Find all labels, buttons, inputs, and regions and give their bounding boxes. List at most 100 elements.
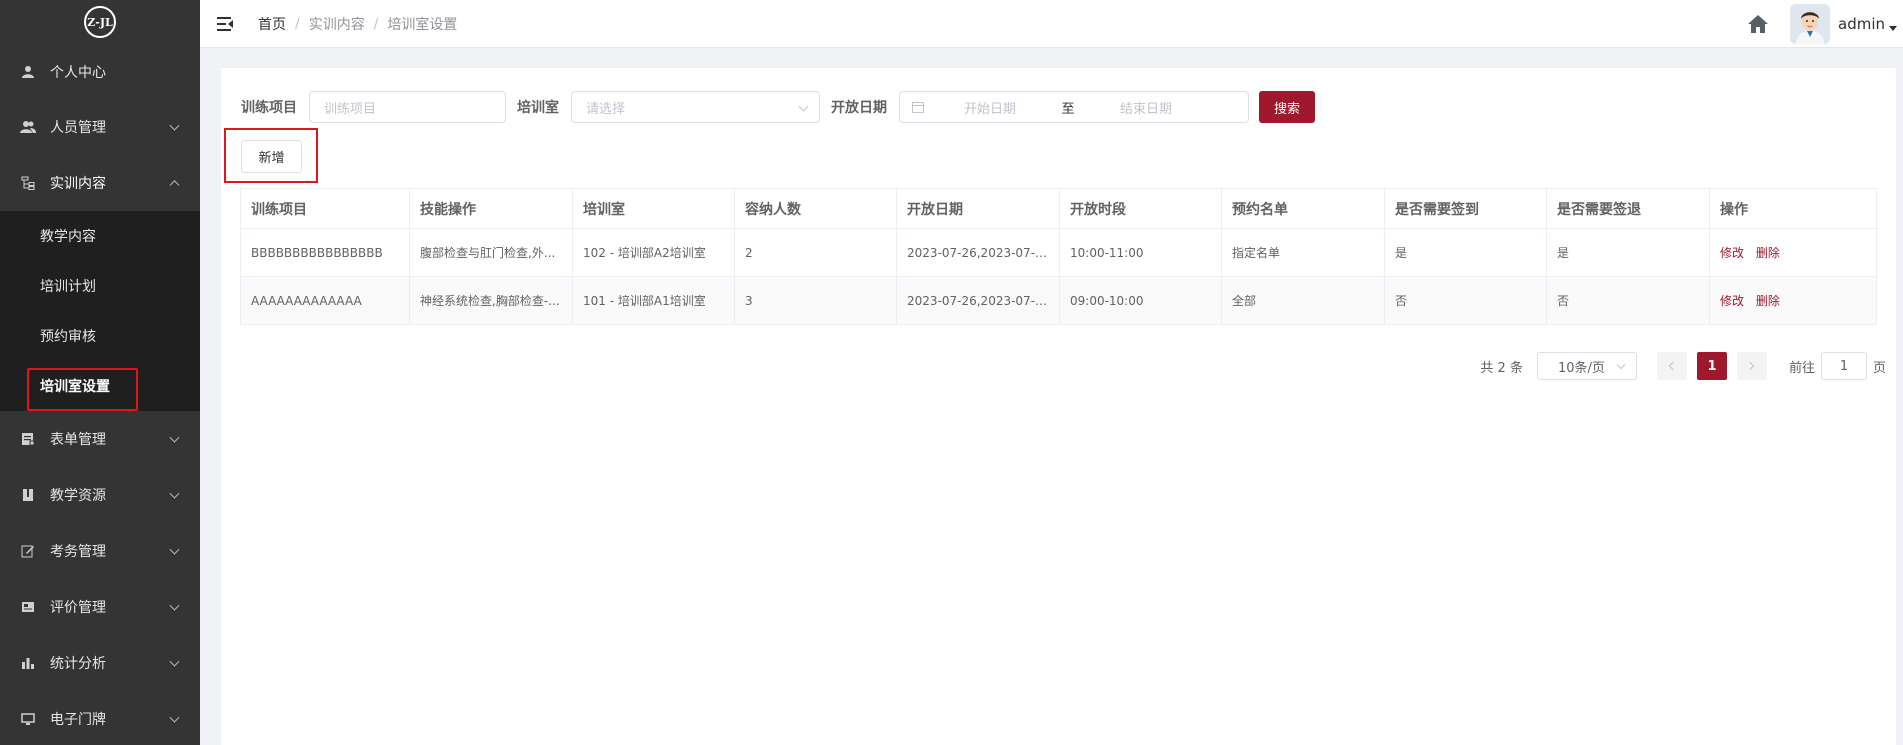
caret-down-icon[interactable] bbox=[1889, 25, 1897, 31]
filter-room-label: 培训室 bbox=[517, 100, 559, 116]
logo: Z-JL bbox=[0, 0, 200, 44]
next-page-button[interactable] bbox=[1736, 352, 1767, 380]
sidebar-item-label: 实训内容 bbox=[50, 176, 106, 192]
sidebar-item-personnel[interactable]: 人员管理 bbox=[0, 99, 200, 155]
chevron-down-icon bbox=[169, 600, 180, 611]
column-header: 预约名单 bbox=[1221, 188, 1385, 229]
sidebar-item-label: 个人中心 bbox=[50, 64, 106, 81]
column-header: 训练项目 bbox=[240, 188, 410, 229]
page-size-select[interactable]: 10条/页 bbox=[1536, 352, 1637, 380]
bar-chart-icon bbox=[20, 655, 36, 671]
sidebar-item-label: 考务管理 bbox=[50, 544, 106, 560]
sidebar-item-exam-affairs[interactable]: 考务管理 bbox=[0, 523, 200, 579]
chevron-down-icon bbox=[1616, 360, 1626, 370]
monitor-icon bbox=[20, 711, 36, 727]
users-icon bbox=[20, 119, 36, 135]
breadcrumb-current: 培训室设置 bbox=[387, 16, 458, 33]
book-icon bbox=[20, 487, 36, 503]
chevron-left-icon bbox=[1669, 361, 1678, 371]
sidebar-subitem-booking-review[interactable]: 预约审核 bbox=[0, 311, 200, 361]
table-cell: 腹部检查与肛门检查,外... bbox=[409, 228, 573, 277]
chevron-down-icon bbox=[169, 488, 180, 499]
goto-page-input[interactable]: 1 bbox=[1820, 352, 1867, 380]
filter-start-date[interactable]: 开始日期 bbox=[930, 98, 1050, 117]
breadcrumb-separator: / bbox=[295, 15, 300, 32]
filter-date-range[interactable]: 开始日期 至 结束日期 bbox=[899, 91, 1249, 123]
edit-link[interactable]: 修改 bbox=[1720, 294, 1744, 308]
chevron-down-icon bbox=[798, 101, 809, 112]
breadcrumb-home[interactable]: 首页 bbox=[258, 14, 286, 34]
data-table: 训练项目 技能操作 培训室 容纳人数 开放日期 开放时段 预约名单 是否需要签到… bbox=[240, 188, 1877, 325]
avatar[interactable] bbox=[1790, 4, 1830, 44]
column-header: 操作 bbox=[1709, 188, 1877, 229]
add-button[interactable]: 新增 bbox=[241, 140, 302, 173]
prev-page-button[interactable] bbox=[1656, 352, 1687, 380]
home-icon[interactable] bbox=[1746, 12, 1770, 36]
table-cell: 神经系统检查,胸部检查-... bbox=[409, 276, 573, 325]
goto-suffix: 页 bbox=[1872, 360, 1886, 376]
sidebar-subitem-teaching-content[interactable]: 教学内容 bbox=[0, 211, 200, 261]
table-cell: 否 bbox=[1384, 276, 1547, 325]
column-header: 技能操作 bbox=[409, 188, 573, 229]
calendar-icon bbox=[912, 101, 924, 113]
sidebar-item-label: 人员管理 bbox=[50, 120, 106, 136]
sidebar-subitem-training-plan[interactable]: 培训计划 bbox=[0, 261, 200, 311]
sidebar-item-label: 电子门牌 bbox=[50, 712, 106, 728]
sidebar-subitem-room-settings[interactable]: 培训室设置 bbox=[0, 361, 200, 411]
column-header: 开放日期 bbox=[896, 188, 1060, 229]
page-number-current[interactable]: 1 bbox=[1696, 352, 1727, 380]
sidebar-item-personal-center[interactable]: 个人中心 bbox=[0, 44, 200, 99]
table-header-row: 训练项目 技能操作 培训室 容纳人数 开放日期 开放时段 预约名单 是否需要签到… bbox=[240, 188, 1877, 229]
filter-end-date[interactable]: 结束日期 bbox=[1086, 98, 1206, 117]
sidebar-item-label: 表单管理 bbox=[50, 432, 106, 448]
table-row: AAAAAAAAAAAAA 神经系统检查,胸部检查-... 101 - 培训部A… bbox=[240, 276, 1877, 325]
table-cell: 否 bbox=[1546, 276, 1710, 325]
goto-prefix: 前往 bbox=[1788, 360, 1815, 376]
sidebar-item-statistics[interactable]: 统计分析 bbox=[0, 635, 200, 691]
column-header: 培训室 bbox=[572, 188, 735, 229]
username[interactable]: admin bbox=[1838, 15, 1885, 33]
table-cell: 2023-07-26,2023-07-27 bbox=[896, 276, 1060, 325]
sidebar-item-evaluation[interactable]: 评价管理 bbox=[0, 579, 200, 635]
column-header: 是否需要签退 bbox=[1546, 188, 1710, 229]
column-header: 开放时段 bbox=[1059, 188, 1222, 229]
filter-project-input[interactable]: 训练项目 bbox=[309, 91, 506, 123]
table-actions-cell: 修改 删除 bbox=[1709, 228, 1877, 277]
chevron-right-icon bbox=[1746, 361, 1755, 371]
column-header: 是否需要签到 bbox=[1384, 188, 1547, 229]
menu-toggle-icon[interactable] bbox=[217, 16, 233, 31]
table-cell: 是 bbox=[1546, 228, 1710, 277]
table-cell: 全部 bbox=[1221, 276, 1385, 325]
search-button[interactable]: 搜索 bbox=[1259, 91, 1315, 123]
edit-link[interactable]: 修改 bbox=[1720, 246, 1744, 260]
table-cell: 10:00-11:00 bbox=[1059, 228, 1222, 277]
breadcrumb-separator: / bbox=[373, 15, 379, 32]
delete-link[interactable]: 删除 bbox=[1756, 294, 1780, 308]
chevron-down-icon bbox=[169, 432, 180, 443]
table-cell: 是 bbox=[1384, 228, 1547, 277]
sidebar-item-training-content[interactable]: 实训内容 bbox=[0, 155, 200, 211]
table-actions-cell: 修改 删除 bbox=[1709, 276, 1877, 325]
sidebar-item-form-management[interactable]: 表单管理 bbox=[0, 411, 200, 467]
breadcrumb-training-content[interactable]: 实训内容 bbox=[309, 14, 365, 34]
logo-mark: Z-JL bbox=[84, 6, 116, 38]
filter-project-placeholder: 训练项目 bbox=[324, 101, 377, 117]
delete-link[interactable]: 删除 bbox=[1756, 246, 1780, 260]
page-size-value: 10条/页 bbox=[1557, 360, 1605, 376]
column-header: 容纳人数 bbox=[734, 188, 897, 229]
sidebar-item-label: 评价管理 bbox=[50, 600, 106, 616]
submenu-training-content: 教学内容 培训计划 预约审核 培训室设置 bbox=[0, 211, 200, 411]
filter-project-label: 训练项目 bbox=[241, 100, 297, 116]
sidebar-item-teaching-resources[interactable]: 教学资源 bbox=[0, 467, 200, 523]
filter-room-select[interactable]: 请选择 bbox=[571, 91, 820, 123]
sidebar: Z-JL 个人中心 人员管理 实训内容 教学内容 培训计划 预约审核 培训室设置… bbox=[0, 0, 200, 745]
filter-room-placeholder: 请选择 bbox=[586, 101, 626, 117]
breadcrumb: 首页 / 实训内容 / 培训室设置 bbox=[258, 14, 457, 34]
table-cell: 2023-07-26,2023-07-27 bbox=[896, 228, 1060, 277]
table-cell: 102 - 培训部A2培训室 bbox=[572, 228, 735, 277]
header-right: admin bbox=[1746, 0, 1903, 48]
table-cell: 3 bbox=[734, 276, 897, 325]
edit-icon bbox=[20, 543, 36, 559]
sidebar-item-e-doorplate[interactable]: 电子门牌 bbox=[0, 691, 200, 745]
table-cell: 2 bbox=[734, 228, 897, 277]
